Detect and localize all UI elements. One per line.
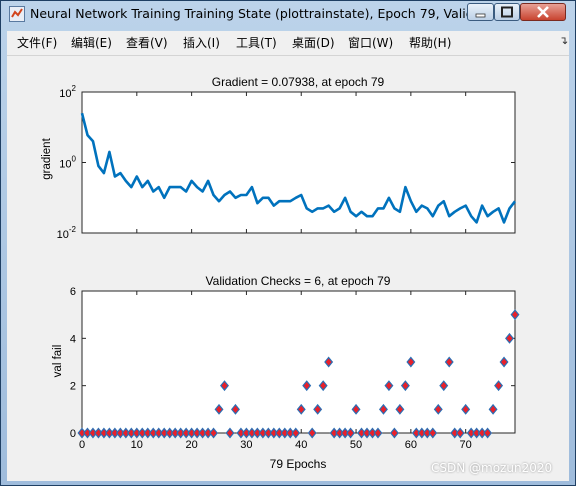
gradient-ylabel: gradient	[41, 137, 53, 179]
validation-xtick-label: 70	[460, 439, 472, 451]
menu-window[interactable]: 窗口(W)	[348, 35, 393, 51]
figure-canvas: Gradient = 0.07938, at epoch 79 gradient…	[7, 56, 569, 481]
maximize-icon	[501, 6, 513, 18]
gradient-ytick-label: 10-2	[57, 225, 77, 241]
matlab-app-icon	[9, 6, 25, 22]
gradient-ytick-label: 100	[59, 155, 76, 171]
figure-window: Neural Network Training Training State (…	[0, 0, 576, 486]
minimize-button[interactable]	[467, 3, 494, 21]
validation-ylabel: val fail	[52, 345, 64, 378]
gradient-plot-area	[81, 91, 516, 234]
validation-ytick-label: 0	[70, 428, 76, 440]
watermark-text: CSDN @mozun2020	[431, 461, 553, 475]
validation-xtick-label: 30	[240, 439, 252, 451]
menu-tools[interactable]: 工具(T)	[236, 35, 277, 51]
validation-title: Validation Checks = 6, at epoch 79	[206, 274, 391, 288]
validation-xtick-label: 20	[185, 439, 197, 451]
gradient-ytick-label: 102	[59, 84, 76, 100]
close-icon	[537, 6, 549, 18]
menu-edit[interactable]: 编辑(E)	[71, 35, 112, 51]
validation-xtick-label: 40	[295, 439, 307, 451]
maximize-button[interactable]	[494, 3, 520, 21]
validation-axes: Validation Checks = 6, at epoch 79 val f…	[52, 274, 520, 471]
double-chevron-icon[interactable]: ↴	[559, 34, 568, 47]
plots-svg: Gradient = 0.07938, at epoch 79 gradient…	[7, 56, 520, 471]
menu-bar: 文件(F) 编辑(E) 查看(V) 插入(I) 工具(T) 桌面(D) 窗口(W…	[7, 31, 569, 56]
validation-ytick-label: 4	[70, 333, 76, 345]
gradient-axes: Gradient = 0.07938, at epoch 79 gradient…	[41, 75, 517, 241]
menu-file[interactable]: 文件(F)	[17, 35, 57, 51]
validation-ytick-label: 6	[70, 286, 76, 298]
validation-xtick-label: 60	[405, 439, 417, 451]
window-title: Neural Network Training Training State (…	[30, 6, 470, 21]
minimize-icon	[475, 13, 486, 18]
validation-xtick-label: 50	[350, 439, 362, 451]
validation-xtick-label: 10	[131, 439, 143, 451]
menu-insert[interactable]: 插入(I)	[183, 35, 220, 51]
menu-help[interactable]: 帮助(H)	[409, 35, 451, 51]
validation-xlabel: 79 Epochs	[270, 457, 327, 471]
menu-desktop[interactable]: 桌面(D)	[292, 35, 335, 51]
menu-view[interactable]: 查看(V)	[126, 35, 168, 51]
gradient-title: Gradient = 0.07938, at epoch 79	[212, 75, 385, 89]
validation-ytick-label: 2	[70, 381, 76, 393]
close-button[interactable]	[520, 3, 566, 21]
validation-xtick-label: 0	[79, 439, 85, 451]
title-bar[interactable]: Neural Network Training Training State (…	[1, 1, 575, 27]
